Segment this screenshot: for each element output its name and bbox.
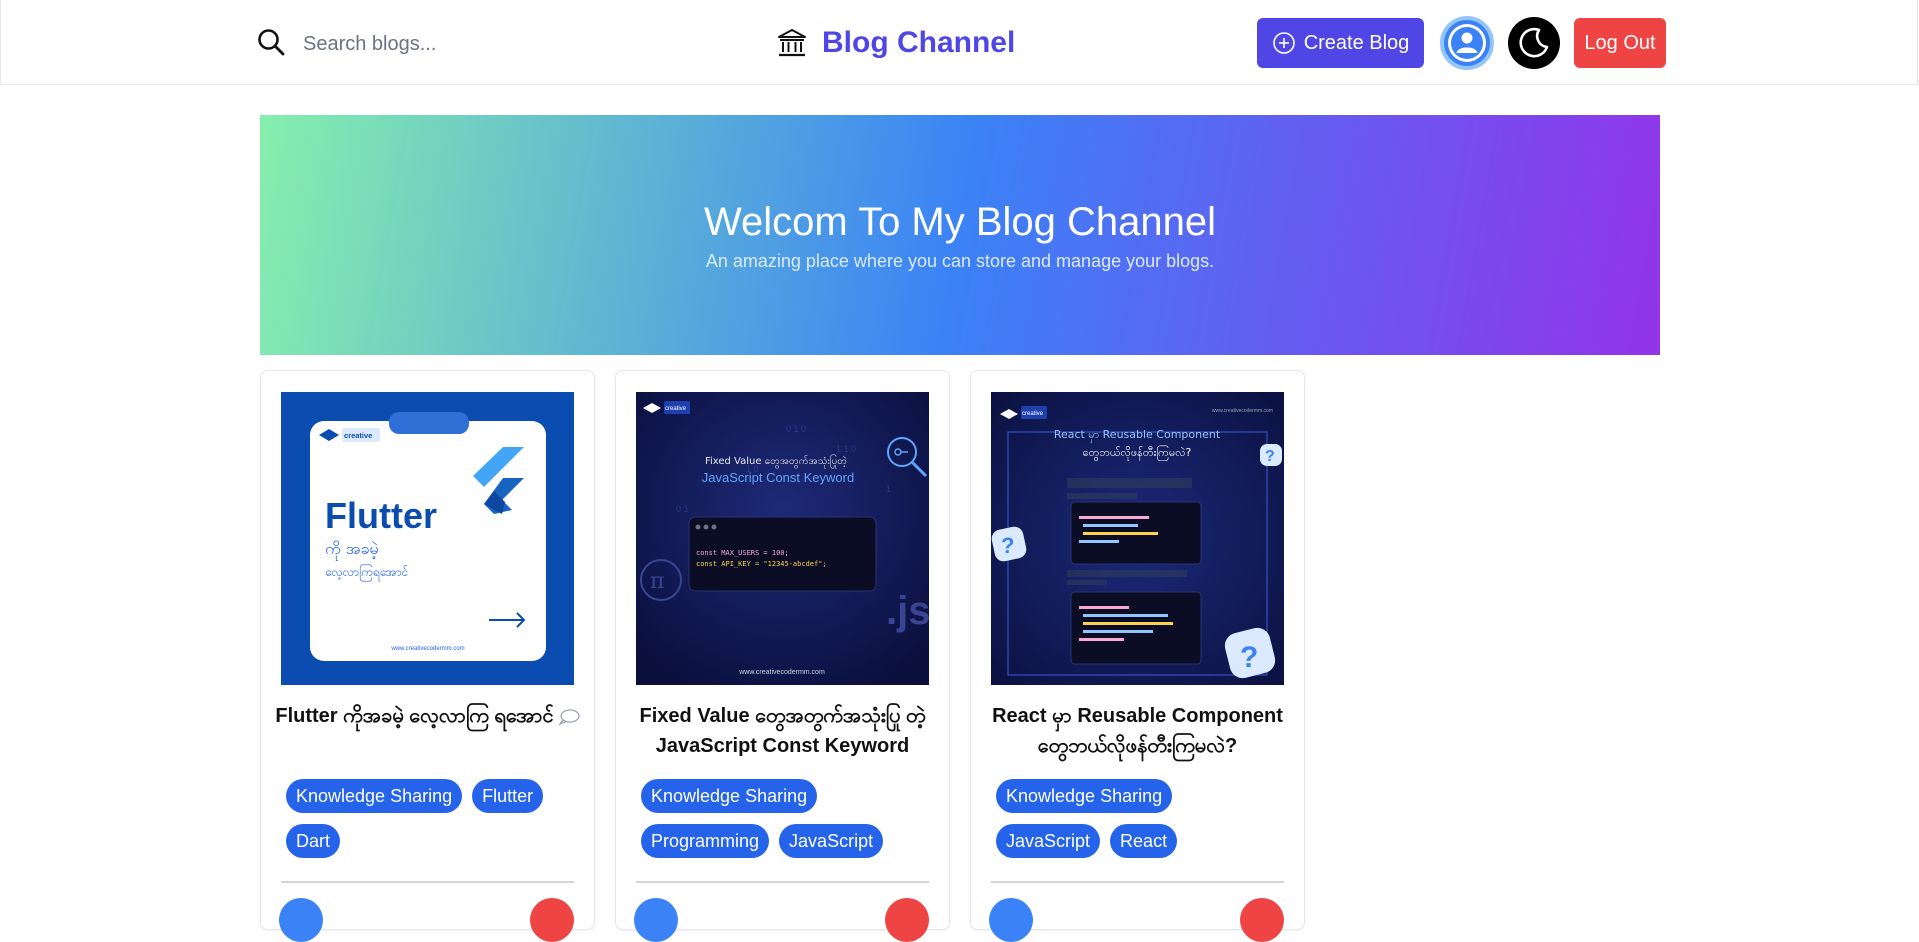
brand-title: Blog Channel: [822, 26, 1016, 59]
blog-thumbnail[interactable]: creative Flutter ကို အခမဲ့ လေ့လာကြရအောင်…: [281, 392, 574, 685]
hero-title: Welcom To My Blog Channel: [703, 200, 1217, 244]
thumb-brand: creative: [665, 406, 687, 412]
create-blog-button[interactable]: Create Blog: [1257, 18, 1424, 68]
hero-banner: Welcom To My Blog Channel An amazing pla…: [260, 115, 1660, 355]
card-divider: [991, 881, 1284, 883]
creative-logo-icon: creative: [319, 428, 380, 442]
bank-icon: [778, 29, 806, 57]
edit-button[interactable]: [989, 898, 1033, 942]
tag-chip[interactable]: Knowledge Sharing: [996, 779, 1173, 813]
blog-thumbnail[interactable]: 0 1 01 1 01 0 0 10 11 creative Fixed Val…: [636, 392, 929, 685]
theme-toggle-button[interactable]: [1508, 17, 1560, 69]
search-input[interactable]: [301, 22, 605, 66]
moon-icon: [1519, 27, 1549, 58]
tag-list: Knowledge Sharing Flutter Dart: [286, 779, 576, 858]
question-bubble-icon: ?: [1260, 444, 1282, 466]
svg-text:π: π: [650, 569, 664, 594]
tag-chip[interactable]: Knowledge Sharing: [286, 779, 463, 813]
svg-text:1 1 0: 1 1 0: [836, 444, 856, 454]
blog-title[interactable]: Fixed Value တွေအတွက်အသုံးပြု တဲ့ JavaScr…: [626, 701, 939, 761]
search-icon[interactable]: [256, 27, 286, 57]
tag-chip[interactable]: React: [1110, 824, 1178, 858]
js-watermark-icon: .js: [886, 589, 929, 633]
blog-title[interactable]: React မှာ Reusable Component တွေဘယ်လိုဖန…: [981, 701, 1294, 761]
thumb-line-2: JavaScript Const Keyword: [702, 470, 854, 485]
blog-thumbnail[interactable]: creative www.creativecodermm.com React မ…: [991, 392, 1284, 685]
svg-text:1: 1: [886, 484, 891, 494]
tag-chip[interactable]: Dart: [286, 824, 341, 858]
svg-text:0 1: 0 1: [676, 504, 689, 514]
tag-list: Knowledge Sharing Programming JavaScript: [641, 779, 931, 858]
delete-button[interactable]: [1240, 898, 1284, 942]
chat-bubble-icon: [558, 709, 580, 725]
tag-chip[interactable]: JavaScript: [779, 824, 884, 858]
thumb-line-1: ကို အခမဲ့: [325, 539, 379, 561]
hero-subtitle: An amazing place where you can store and…: [705, 251, 1215, 271]
thumb-url: www.creativecodermm.com: [738, 669, 825, 676]
thumb-line-1: Fixed Value တွေအတွက်အသုံးပြုတဲ့: [705, 453, 847, 469]
create-blog-label: Create Blog: [1303, 31, 1410, 54]
thumb-url: www.creativecodermm.com: [390, 646, 464, 652]
edit-button[interactable]: [279, 898, 323, 942]
thumb-code-1: const MAX_USERS = 100;: [696, 549, 789, 557]
tag-chip[interactable]: Knowledge Sharing: [641, 779, 818, 813]
top-navbar: Blog Channel Create Blog Log Out: [0, 0, 1918, 85]
svg-text:0 1 0: 0 1 0: [786, 424, 806, 434]
thumb-brand: creative: [1022, 411, 1044, 417]
svg-text:?: ?: [1265, 448, 1275, 465]
thumb-brand: creative: [344, 431, 372, 440]
profile-avatar-button[interactable]: [1440, 16, 1494, 70]
tag-list: Knowledge Sharing JavaScript React: [996, 779, 1286, 858]
card-divider: [281, 881, 574, 883]
tag-chip[interactable]: Flutter: [472, 779, 544, 813]
plus-circle-icon: [1272, 32, 1295, 54]
thumb-code-2: const API_KEY = "12345-abcdef";: [696, 560, 827, 568]
thumb-line-2: တွေဘယ်လိုဖန်တီးကြမလဲ?: [1083, 445, 1192, 461]
svg-text:?: ?: [1240, 641, 1258, 674]
edit-button[interactable]: [634, 898, 678, 942]
blog-card[interactable]: creative www.creativecodermm.com React မ…: [970, 370, 1305, 942]
tag-chip[interactable]: JavaScript: [996, 824, 1101, 858]
brand-logo[interactable]: Blog Channel: [776, 22, 1015, 64]
logout-button[interactable]: Log Out: [1574, 18, 1666, 68]
thumb-line-1: React မှာ Reusable Component: [1054, 428, 1221, 443]
delete-button[interactable]: [530, 898, 574, 942]
thumb-site: www.creativecodermm.com: [1212, 408, 1273, 414]
delete-button[interactable]: [885, 898, 929, 942]
blog-card[interactable]: creative Flutter ကို အခမဲ့ လေ့လာကြရအောင်…: [260, 370, 595, 942]
blog-title-text: Flutter ကိုအခမဲ့ လေ့လာကြ ရအောင်: [275, 705, 554, 727]
blog-title[interactable]: Flutter ကိုအခမဲ့ လေ့လာကြ ရအောင်: [271, 701, 584, 731]
card-divider: [636, 881, 929, 883]
thumb-heading: Flutter: [325, 495, 437, 536]
svg-text:?: ?: [1001, 533, 1014, 558]
user-icon: [1448, 24, 1486, 62]
blog-card[interactable]: 0 1 01 1 01 0 0 10 11 creative Fixed Val…: [615, 370, 950, 942]
tag-chip[interactable]: Programming: [641, 824, 770, 858]
